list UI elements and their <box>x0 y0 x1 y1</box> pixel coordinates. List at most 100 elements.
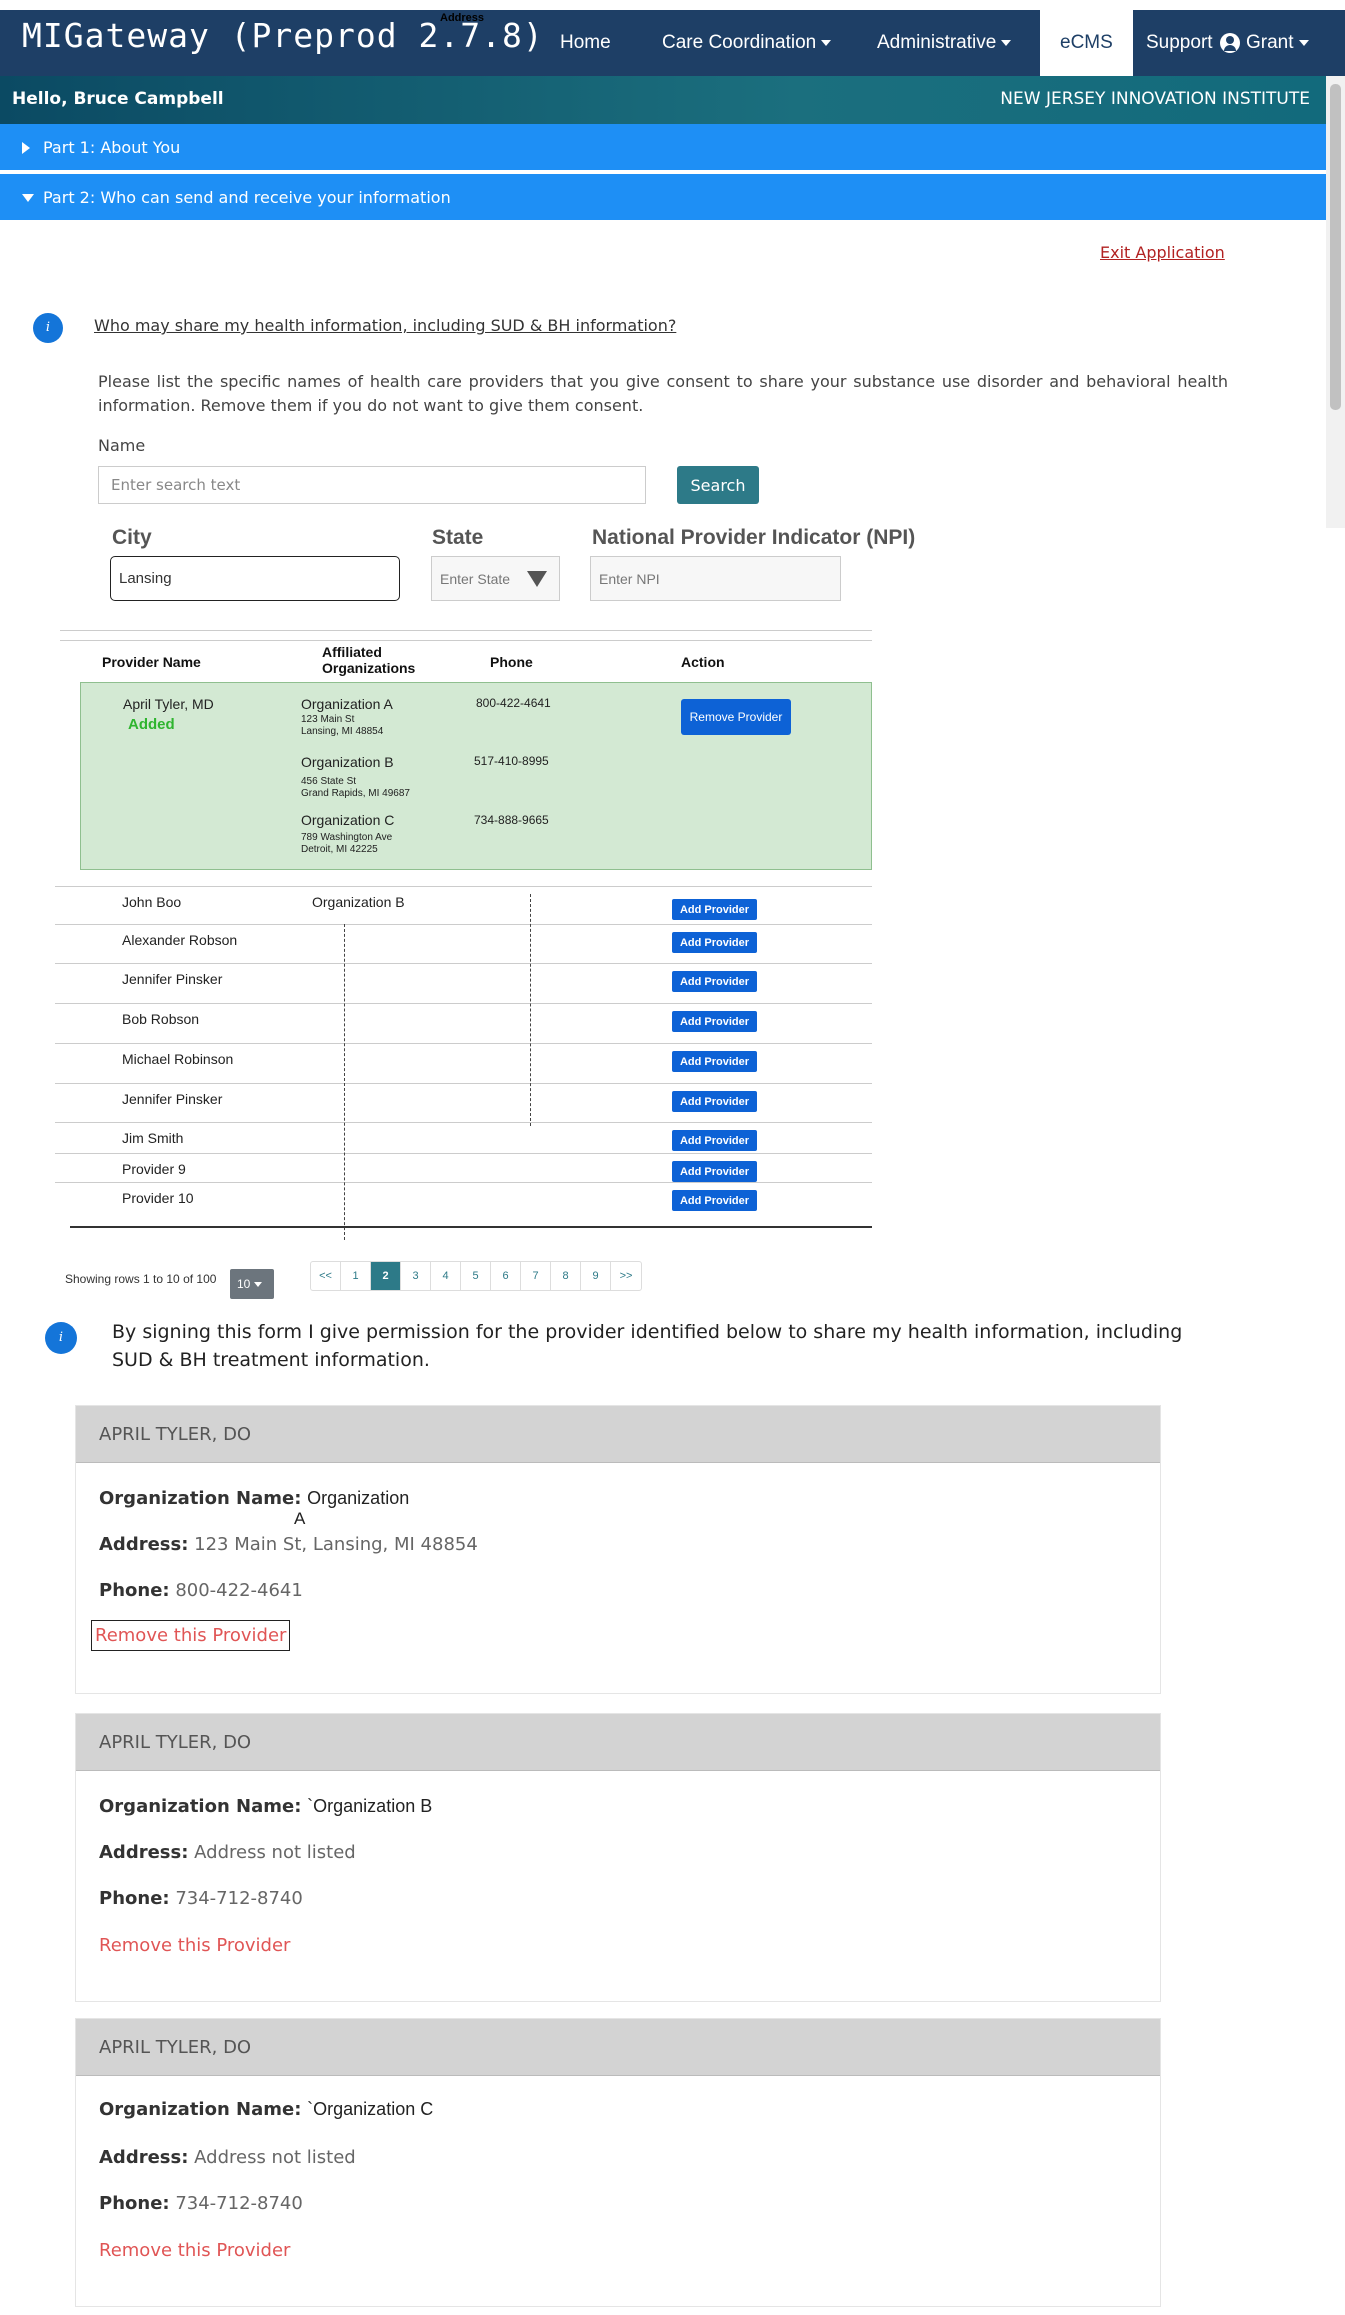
phone-label: Phone: <box>99 2193 170 2214</box>
scrollbar-thumb[interactable] <box>1330 84 1341 410</box>
sharing-info-link[interactable]: Who may share my health information, inc… <box>94 316 676 335</box>
header-action: Action <box>681 654 725 670</box>
address-value: Address not listed <box>194 2147 356 2168</box>
provider-name: Jennifer Pinsker <box>122 1091 223 1107</box>
org-address-line2: Grand Rapids, MI 49687 <box>301 788 410 799</box>
page-link[interactable]: 1 <box>341 1262 371 1290</box>
add-provider-button[interactable]: Add Provider <box>672 971 757 992</box>
accordion-part1[interactable]: Part 1: About You <box>0 124 1326 172</box>
page-link[interactable]: 8 <box>551 1262 581 1290</box>
card-org: Organization Name: `Organization C <box>99 2099 433 2120</box>
page-link[interactable]: 3 <box>401 1262 431 1290</box>
provider-card: APRIL TYLER, DO Organization Name: Organ… <box>75 1405 1161 1694</box>
nav-ecms[interactable]: eCMS <box>1040 10 1133 76</box>
exit-application-link[interactable]: Exit Application <box>1100 243 1225 262</box>
provider-card: APRIL TYLER, DO Organization Name: `Orga… <box>75 1713 1161 2002</box>
org-address-line1: 123 Main St <box>301 714 355 725</box>
page-link[interactable]: 9 <box>581 1262 611 1290</box>
nav-home[interactable]: Home <box>560 10 611 76</box>
page-link[interactable]: 2 <box>371 1262 401 1290</box>
card-org: Organization Name: `Organization B <box>99 1796 432 1817</box>
add-provider-button[interactable]: Add Provider <box>672 1011 757 1032</box>
org-label: Organization Name: <box>99 2099 302 2120</box>
nav-administrative[interactable]: Administrative <box>877 10 1012 76</box>
page-size-value: 10 <box>237 1277 251 1291</box>
accordion-part2[interactable]: Part 2: Who can send and receive your in… <box>0 174 1326 222</box>
remove-provider-button[interactable]: Remove Provider <box>681 699 791 735</box>
greeting-text: Hello, Bruce Campbell <box>12 89 224 109</box>
chevron-down-icon <box>1298 39 1309 46</box>
org-label: Organization Name: <box>99 1488 302 1509</box>
org-value: `Organization B <box>307 1796 433 1816</box>
caret-down-icon <box>254 1282 263 1288</box>
add-provider-button[interactable]: Add Provider <box>672 932 757 953</box>
provider-name: Provider 9 <box>122 1161 186 1177</box>
provider-name: John Boo <box>122 894 182 910</box>
org-name: Organization C <box>301 812 395 828</box>
table-row: Michael Robinson Add Provider <box>55 1043 872 1087</box>
add-provider-button[interactable]: Add Provider <box>672 899 757 920</box>
page-link[interactable]: 4 <box>431 1262 461 1290</box>
accordion-part1-label: Part 1: About You <box>43 138 181 157</box>
page-link[interactable]: 7 <box>521 1262 551 1290</box>
org-value: Organization <box>307 1488 410 1508</box>
address-label: Address: <box>99 2147 189 2168</box>
nav-user-label: Grant <box>1246 32 1294 53</box>
provider-name: Bob Robson <box>122 1011 200 1027</box>
org-value-line2: A <box>294 1509 306 1528</box>
state-label: State <box>432 526 484 549</box>
column-divider <box>530 894 531 1126</box>
city-input[interactable] <box>110 556 400 601</box>
page-link[interactable]: 5 <box>461 1262 491 1290</box>
org-address-line1: 789 Washington Ave <box>301 832 393 843</box>
phone-value: 800-422-4641 <box>175 1580 303 1601</box>
add-provider-button[interactable]: Add Provider <box>672 1130 757 1151</box>
remove-this-provider-link[interactable]: Remove this Provider <box>91 1620 291 1651</box>
address-value: 123 Main St, Lansing, MI 48854 <box>194 1534 478 1555</box>
caret-right-icon <box>22 142 30 154</box>
card-address: Address: Address not listed <box>99 2147 356 2168</box>
consent-text: By signing this form I give permission f… <box>112 1321 1183 1371</box>
nav-care-coordination[interactable]: Care Coordination <box>662 10 832 76</box>
card-org: Organization Name: Organization <box>99 1488 409 1509</box>
card-phone: Phone: 734-712-8740 <box>99 2193 303 2214</box>
page-link[interactable]: << <box>311 1262 341 1290</box>
add-provider-button[interactable]: Add Provider <box>672 1091 757 1112</box>
header-orgs-line2: Organizations <box>322 660 416 676</box>
nav-user-menu[interactable]: Grant <box>1214 10 1309 76</box>
state-select[interactable]: Enter State <box>431 556 560 601</box>
add-provider-button[interactable]: Add Provider <box>672 1190 757 1211</box>
npi-input[interactable]: Enter NPI <box>590 556 841 601</box>
provider-name: Michael Robinson <box>122 1051 234 1067</box>
page-link[interactable]: >> <box>611 1262 641 1290</box>
org-phone: 517-410-8995 <box>474 754 549 768</box>
org-name: Organization B <box>301 754 394 770</box>
column-divider <box>344 924 345 1240</box>
org-address: 123 Main St Lansing, MI 48854 <box>301 714 383 738</box>
info-icon: i <box>33 313 63 343</box>
header-orgs-line1: Affiliated <box>322 644 382 660</box>
phone-value: 734-712-8740 <box>175 2193 303 2214</box>
provider-name: Jim Smith <box>122 1130 184 1146</box>
added-provider-row: April Tyler, MD Added Organization A 123… <box>80 682 872 870</box>
org-address: 789 Washington Ave Detroit, MI 42225 <box>301 832 392 856</box>
org-phone: 800-422-4641 <box>476 696 551 710</box>
nav-support[interactable]: Support <box>1146 10 1213 76</box>
remove-this-provider-link[interactable]: Remove this Provider <box>99 1935 290 1956</box>
search-button[interactable]: Search <box>677 466 759 504</box>
card-phone: Phone: 800-422-4641 <box>99 1580 303 1601</box>
instructions-text: Please list the specific names of health… <box>98 372 1228 415</box>
search-input[interactable] <box>98 466 646 504</box>
accordion-part2-label: Part 2: Who can send and receive your in… <box>43 188 451 207</box>
phone-value: 734-712-8740 <box>175 1888 303 1909</box>
remove-this-provider-link[interactable]: Remove this Provider <box>99 2240 290 2261</box>
user-circle-icon <box>1220 32 1240 53</box>
card-address: Address: Address not listed <box>99 1842 356 1863</box>
provider-name: April Tyler, MD <box>123 696 214 712</box>
add-provider-button[interactable]: Add Provider <box>672 1051 757 1072</box>
phone-label: Phone: <box>99 1580 170 1601</box>
add-provider-button[interactable]: Add Provider <box>672 1161 757 1182</box>
page-size-select[interactable]: 10 <box>230 1269 274 1299</box>
brand-note: Address <box>440 12 485 24</box>
page-link[interactable]: 6 <box>491 1262 521 1290</box>
